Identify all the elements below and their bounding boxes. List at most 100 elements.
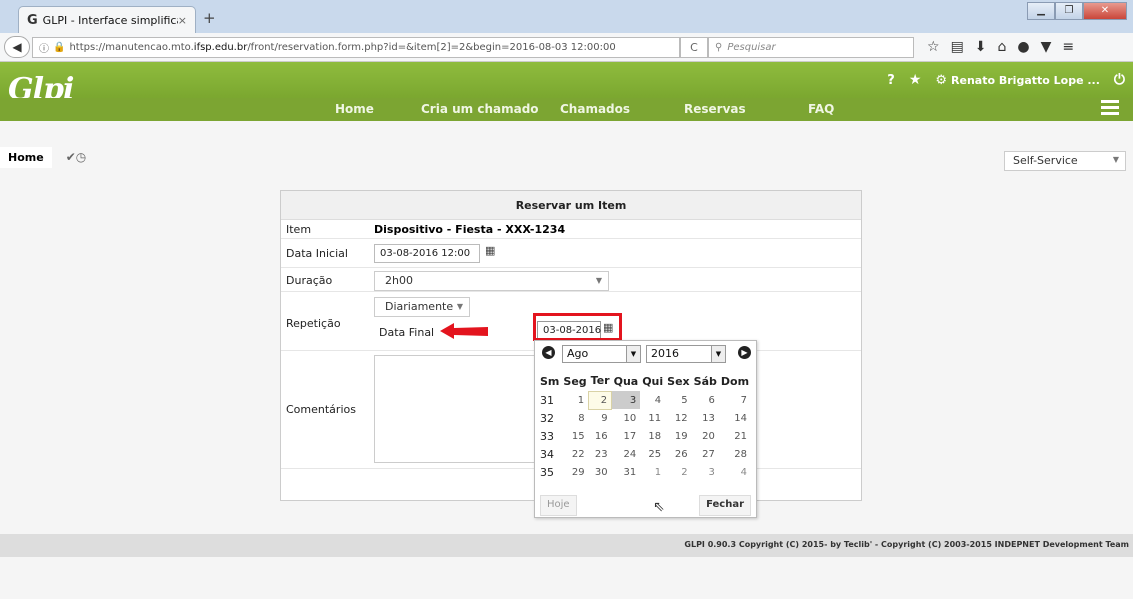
calendar-day[interactable]: 13 (692, 409, 719, 427)
calendar-day[interactable]: 1 (561, 391, 588, 409)
mouse-cursor-icon: ⇖ (653, 499, 665, 515)
page-footer: GLPI 0.90.3 Copyright (C) 2015- by Tecli… (0, 534, 1133, 557)
week-number: 32 (540, 411, 554, 425)
menu-reservations[interactable]: Reservas (684, 102, 746, 116)
calendar-day[interactable]: 27 (692, 445, 719, 463)
menu-tickets[interactable]: Chamados (560, 102, 630, 116)
calendar-day-today[interactable]: 2 (588, 390, 613, 410)
datepicker-footer: Hoje Fechar (535, 491, 756, 519)
calendar-day[interactable]: 26 (665, 445, 691, 463)
close-datepicker-button[interactable]: Fechar (699, 495, 751, 516)
search-input[interactable]: ⚲ Pesquisar (708, 37, 914, 58)
calendar-day[interactable]: 6 (692, 391, 719, 409)
calendar-day[interactable]: 4 (640, 391, 665, 409)
repetition-select[interactable]: Diariamente ▼ (374, 297, 470, 317)
prev-month-icon[interactable]: ◀ (542, 346, 555, 359)
calendar-day[interactable]: 29 (561, 463, 588, 481)
menu-create-ticket[interactable]: Cria um chamado (421, 102, 539, 116)
calendar-day[interactable]: 9 (589, 409, 612, 427)
calendar-icon[interactable]: ▦ (485, 244, 495, 257)
glpi-favicon-icon: G (27, 12, 38, 28)
calendar-day[interactable]: 10 (612, 409, 641, 427)
calendar-day[interactable]: 25 (640, 445, 665, 463)
calendar-day[interactable]: 17 (612, 427, 641, 445)
duration-label: Duração (286, 274, 333, 287)
next-month-icon[interactable]: ▶ (738, 346, 751, 359)
browser-titlebar: G GLPI - Interface simplificada × + ▁ ❐ … (0, 0, 1133, 33)
calendar-day[interactable]: 5 (665, 391, 691, 409)
calendar-day-other-month[interactable]: 4 (719, 463, 751, 481)
logout-icon[interactable]: ⏻ (1114, 72, 1125, 88)
row-duration: Duração 2h00 ▼ (281, 268, 861, 292)
end-date-label: Data Final (379, 326, 435, 339)
breadcrumb-home[interactable]: Home (0, 146, 52, 168)
menu-faq[interactable]: FAQ (808, 102, 834, 116)
calendar-day-other-month[interactable]: 3 (692, 463, 719, 481)
calendar-day-other-month[interactable]: 2 (665, 463, 691, 481)
home-icon[interactable]: ⌂ (998, 39, 1007, 55)
calendar-day[interactable]: 30 (589, 463, 612, 481)
user-menu[interactable]: ⚙ Renato Brigatto Lope ... (935, 73, 1100, 88)
calendar-day[interactable]: 15 (561, 427, 588, 445)
calendar-day[interactable]: 19 (665, 427, 691, 445)
calendar-grid: Sm Seg Ter Qua Qui Sex Sáb Dom 31 1 2 3 … (538, 371, 751, 481)
menu-home[interactable]: Home (335, 102, 374, 116)
reading-list-icon[interactable]: ▤ (951, 39, 964, 55)
hamburger-menu-icon[interactable] (1101, 100, 1119, 118)
week-number: 35 (540, 465, 554, 479)
calendar-day[interactable]: 18 (640, 427, 665, 445)
url-prefix: https://manutencao.mto. (69, 42, 194, 53)
minimize-button[interactable]: ▁ (1027, 2, 1055, 20)
year-value: 2016 (651, 347, 679, 360)
duration-select[interactable]: 2h00 ▼ (374, 271, 609, 291)
repetition-value: Diariamente (385, 300, 454, 313)
browser-tab[interactable]: G GLPI - Interface simplificada × (18, 6, 196, 33)
week-number: 31 (540, 393, 554, 407)
calendar-day[interactable]: 12 (665, 409, 691, 427)
calendar-day[interactable]: 23 (589, 445, 612, 463)
calendar-day[interactable]: 7 (719, 391, 751, 409)
window-controls: ▁ ❐ ✕ (1027, 2, 1127, 20)
calendar-day[interactable]: 14 (719, 409, 751, 427)
url-bar[interactable]: ⓘ 🔒 https://manutencao.mto. ifsp.edu.br/f… (32, 37, 680, 58)
help-icon[interactable]: ? (887, 73, 895, 88)
calendar-week-row: 32 8 9 10 11 12 13 14 (538, 409, 751, 427)
downloads-icon[interactable]: ⬇ (975, 39, 987, 55)
profile-select[interactable]: Self-Service ▼ (1004, 151, 1126, 171)
calendar-day[interactable]: 22 (561, 445, 588, 463)
favorites-star-icon[interactable]: ★ (909, 72, 922, 88)
bookmark-star-icon[interactable]: ☆ (927, 39, 940, 55)
chat-icon[interactable]: ● (1017, 39, 1029, 55)
year-select[interactable]: 2016 ▼ (646, 345, 726, 363)
url-host: ifsp.edu.br (193, 42, 248, 53)
calendar-day[interactable]: 11 (640, 409, 665, 427)
month-select[interactable]: Ago ▼ (562, 345, 641, 363)
calendar-day[interactable]: 31 (612, 463, 641, 481)
back-button[interactable]: ◀ (4, 36, 30, 58)
week-number: 33 (540, 429, 554, 443)
tab-title: GLPI - Interface simplificada (42, 13, 178, 27)
info-icon[interactable]: ⓘ (39, 40, 49, 55)
start-date-input[interactable]: 03-08-2016 12:00 (374, 244, 480, 263)
pocket-icon[interactable]: ▼ (1041, 39, 1052, 55)
calendar-week-row: 31 1 2 3 4 5 6 7 (538, 390, 751, 410)
calendar-day[interactable]: 20 (692, 427, 719, 445)
calendar-day[interactable]: 21 (719, 427, 751, 445)
today-button[interactable]: Hoje (540, 495, 577, 516)
check-clock-icon[interactable]: ✔◷ (66, 150, 87, 164)
chevron-down-icon: ▼ (626, 346, 640, 362)
new-tab-button[interactable]: + (203, 9, 216, 27)
tab-close-icon[interactable]: × (178, 14, 187, 27)
maximize-button[interactable]: ❐ (1055, 2, 1083, 20)
reload-button[interactable]: C (680, 37, 708, 58)
highlight-box (533, 313, 622, 341)
calendar-day-other-month[interactable]: 1 (640, 463, 665, 481)
calendar-day[interactable]: 8 (561, 409, 588, 427)
calendar-day[interactable]: 16 (589, 427, 612, 445)
close-window-button[interactable]: ✕ (1083, 2, 1127, 20)
calendar-day[interactable]: 28 (719, 445, 751, 463)
calendar-day-selected[interactable]: 3 (611, 391, 641, 409)
menu-icon[interactable]: ≡ (1062, 39, 1074, 55)
browser-navbar: ◀ ⓘ 🔒 https://manutencao.mto. ifsp.edu.br… (0, 33, 1133, 62)
calendar-day[interactable]: 24 (612, 445, 641, 463)
